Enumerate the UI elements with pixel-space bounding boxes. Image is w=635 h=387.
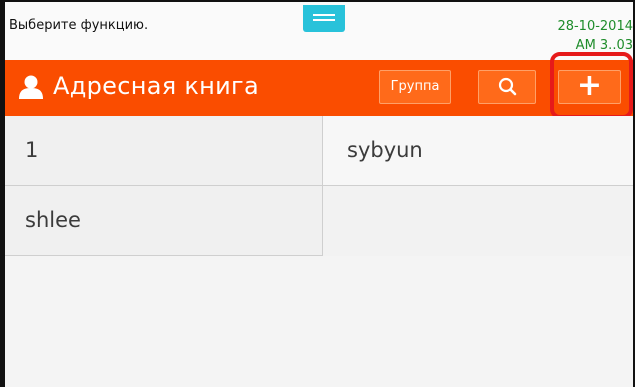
- contact-grid: 1 sybyun shlee: [5, 116, 633, 256]
- address-book-header: Адресная книга Группа +: [5, 60, 633, 116]
- pull-down-handle[interactable]: [303, 5, 345, 32]
- empty-list-area: [5, 256, 633, 387]
- highlight-outline: [550, 52, 633, 119]
- contact-name: shlee: [25, 208, 81, 232]
- status-bar: Выберите функцию. 28-10-2014 AM 3..03: [5, 2, 633, 60]
- contact-name: sybyun: [347, 138, 423, 162]
- status-message: Выберите функцию.: [9, 18, 149, 33]
- search-icon: [498, 77, 517, 96]
- contact-item[interactable]: sybyun: [323, 116, 633, 186]
- clock: 28-10-2014 AM 3..03: [513, 17, 633, 55]
- page-title: Адресная книга: [53, 72, 259, 100]
- group-button-label: Группа: [390, 79, 440, 94]
- contact-item[interactable]: shlee: [5, 186, 323, 256]
- device-screen: Выберите функцию. 28-10-2014 AM 3..03 Ад…: [0, 0, 635, 387]
- person-icon: [19, 75, 43, 99]
- contact-item[interactable]: 1: [5, 116, 323, 186]
- clock-date: 28-10-2014: [557, 19, 633, 34]
- search-button[interactable]: [478, 70, 536, 104]
- group-button[interactable]: Группа: [379, 70, 451, 104]
- contact-name: 1: [25, 138, 39, 162]
